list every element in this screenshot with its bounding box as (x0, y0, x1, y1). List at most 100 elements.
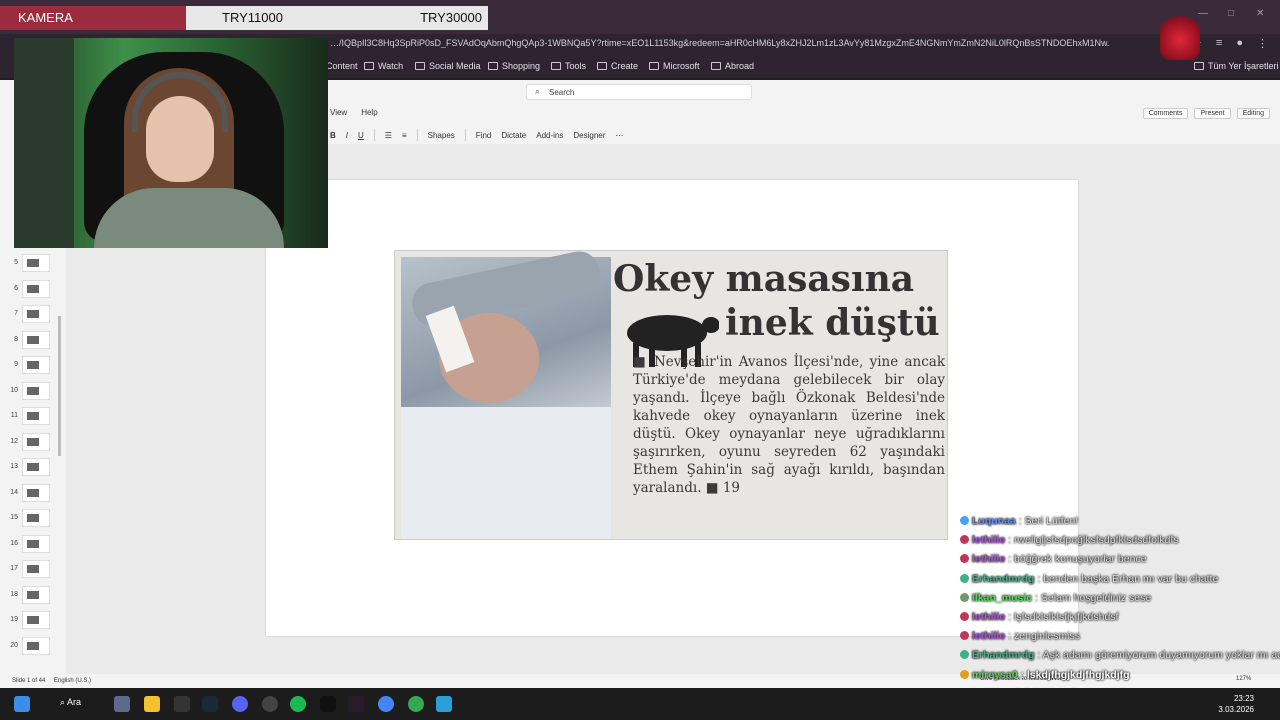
start-icon[interactable] (14, 696, 30, 712)
slide-thumbnail[interactable]: 7 (6, 305, 58, 325)
slide-number: 19 (10, 616, 18, 623)
extensions-icon[interactable]: ≡ (1216, 37, 1222, 50)
chat-username: lethilie (972, 630, 1006, 643)
screen: — □ ✕ …/IQBpIl3C8Hq3SpRiP0sD_FSVAdOqAbmQ… (0, 0, 1280, 720)
chrome-icon[interactable] (378, 696, 394, 712)
donation-current: TRY11000 (222, 10, 283, 25)
ribbon-menu: View Help (330, 108, 378, 117)
slide-thumbnail[interactable]: 19 (6, 611, 58, 631)
designer-button[interactable]: Designer (573, 131, 605, 140)
slide-thumbnail[interactable]: 11 (6, 407, 58, 427)
comments-button[interactable]: Comments (1142, 108, 1189, 119)
shapes-button[interactable]: Shapes (428, 131, 455, 140)
tiktok-icon[interactable] (320, 696, 336, 712)
calculator-icon[interactable] (114, 696, 130, 712)
file-explorer-icon[interactable] (144, 696, 160, 712)
taskbar-search[interactable]: ⌕ Ara (60, 697, 81, 708)
underline-button[interactable]: U (358, 131, 364, 140)
menu-view[interactable]: View (330, 108, 347, 117)
discord-icon[interactable] (232, 696, 248, 712)
slide-thumbnail[interactable]: 20 (6, 636, 58, 657)
bookmark-watch[interactable]: Watch (364, 61, 403, 71)
thumbnail-scrollbar[interactable] (58, 316, 61, 456)
slide-thumbnail[interactable]: 16 (6, 534, 58, 555)
align-icon[interactable]: ≡ (402, 131, 407, 140)
bookmark-shopping[interactable]: Shopping (488, 61, 540, 71)
slide-number: 6 (14, 284, 18, 292)
slide-preview (22, 432, 50, 451)
more-options-icon[interactable]: ⋯ (615, 131, 623, 140)
steam-icon[interactable] (202, 696, 218, 712)
slide-thumbnail[interactable]: 12 (6, 432, 58, 453)
chat-username: lethilie (972, 553, 1006, 566)
chat-username: Luqunaa (972, 515, 1016, 527)
menu-help[interactable]: Help (361, 108, 377, 117)
add-ins-button[interactable]: Add-ins (536, 131, 563, 140)
folder-icon (597, 62, 607, 70)
folder-icon (711, 62, 721, 70)
spotify-icon[interactable] (290, 696, 306, 712)
bookmark-all[interactable]: Tüm Yer İşaretleri (1194, 61, 1279, 71)
search-input[interactable]: ⌕ Search (526, 84, 752, 100)
slide-thumbnail[interactable]: 5 (6, 254, 58, 274)
chat-message: lethilie : lşfsdklsfklsfjkjfjkdshdsf (960, 608, 1280, 627)
find-button[interactable]: Find (476, 131, 492, 140)
slide-thumbnail[interactable]: 6 (6, 279, 58, 300)
chat-message: Ilkan_music : Selam hoşgeldiniz sese (960, 589, 1280, 608)
bold-button[interactable]: B (330, 131, 336, 140)
chat-username: lethilie (972, 611, 1006, 624)
slide-thumbnail[interactable]: 13 (6, 458, 58, 478)
chrome-profile-icon[interactable] (408, 696, 424, 712)
slide-thumbnail[interactable]: 10 (6, 381, 58, 402)
chat-text: Selam hoşgeldiniz sese (1040, 591, 1152, 604)
system-clock[interactable]: 23:23 3.03.2026 (1218, 693, 1254, 715)
slide-thumbnail[interactable]: 14 (6, 483, 58, 504)
bookmark-label: Abroad (725, 61, 755, 71)
toolbar-divider (464, 129, 466, 141)
slide-number: 20 (10, 641, 18, 649)
chat-message: lethilie : böğğrek konuşuyorlar bence (960, 550, 1280, 569)
slide-thumbnail[interactable]: 9 (6, 356, 58, 376)
current-slide[interactable]: Okey masasına inek düştü ■ Nevşehir'in A… (266, 180, 1078, 636)
chat-badge-icon (960, 554, 969, 564)
slide-thumbnail[interactable]: 17 (6, 560, 58, 580)
taskbar-search-label: Ara (67, 697, 82, 707)
menu-icon[interactable]: ⋮ (1257, 37, 1268, 50)
slide-number: 8 (14, 335, 18, 343)
bookmark-abroad[interactable]: Abroad (711, 61, 754, 71)
maximize-icon[interactable]: □ (1228, 8, 1234, 19)
donation-goal-overlay: KAMERA TRY11000 TRY30000 (0, 6, 488, 30)
obs-icon[interactable] (262, 696, 278, 712)
chat-badge-icon (960, 631, 969, 641)
bookmark-create[interactable]: Create (597, 61, 638, 71)
language-indicator[interactable]: English (U.S.) (54, 678, 91, 684)
dictate-button[interactable]: Dictate (501, 131, 526, 140)
chat-username: mireysa0 (972, 668, 1018, 681)
slide-number: 11 (10, 412, 18, 419)
editing-button[interactable]: Editing (1236, 108, 1270, 119)
close-icon[interactable]: ✕ (1256, 8, 1264, 19)
newspaper-clipping-image[interactable]: Okey masasına inek düştü ■ Nevşehir'in A… (394, 247, 948, 540)
capcut-icon[interactable] (348, 696, 364, 712)
bookmark-tools[interactable]: Tools (551, 61, 586, 71)
url-text[interactable]: …/IQBpIl3C8Hq3SpRiP0sD_FSVAdOqAbmQhgQAp3… (330, 38, 1110, 48)
bookmark-social-media[interactable]: Social Media (415, 61, 481, 71)
italic-button[interactable]: I (346, 131, 348, 140)
formatting-toolbar: B I U ☰ ≡ Shapes Find Dictate Add-ins De… (330, 126, 1280, 144)
chat-message: lethilie : rweligljsfsdpoğlksfsdpfklsdsd… (960, 531, 1280, 550)
epic-games-icon[interactable] (174, 696, 190, 712)
app-icon[interactable] (436, 696, 452, 712)
chat-badge-icon (960, 592, 969, 602)
donation-target: TRY30000 (420, 10, 482, 25)
present-button[interactable]: Present (1194, 108, 1231, 119)
slide-thumbnail[interactable]: 15 (6, 509, 58, 529)
slide-preview (22, 279, 50, 298)
slide-thumbnail[interactable]: 18 (6, 585, 58, 606)
bullets-icon[interactable]: ☰ (385, 131, 392, 140)
profile-icon[interactable]: ● (1236, 37, 1243, 50)
slide-preview (22, 585, 50, 604)
bookmark-content[interactable]: Content (326, 61, 358, 71)
slide-thumbnail[interactable]: 8 (6, 330, 58, 351)
chat-badge-icon (960, 650, 969, 660)
bookmark-microsoft[interactable]: Microsoft (649, 61, 700, 71)
